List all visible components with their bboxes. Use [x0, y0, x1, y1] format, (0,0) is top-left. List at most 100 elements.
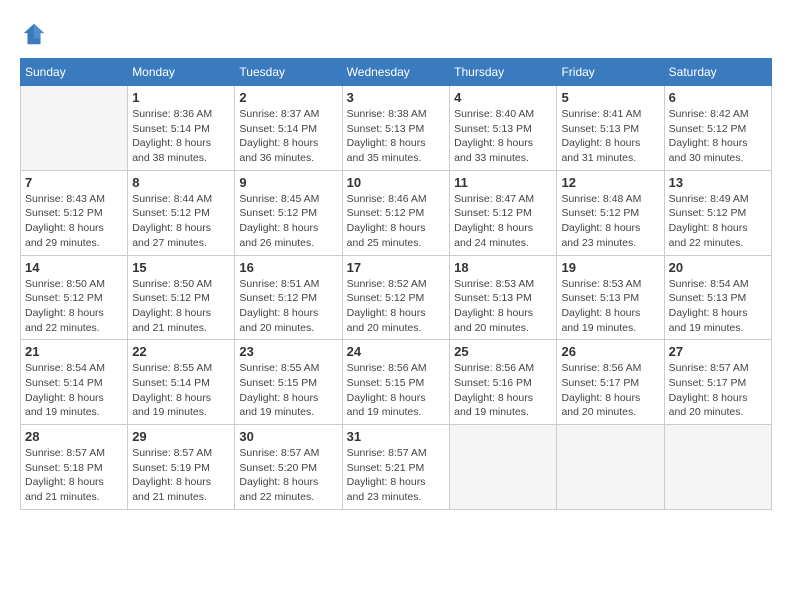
- calendar-cell: 19 Sunrise: 8:53 AM Sunset: 5:13 PM Dayl…: [557, 255, 664, 340]
- daylight-text: Daylight: 8 hours and 35 minutes.: [347, 137, 426, 164]
- sunrise-text: Sunrise: 8:43 AM: [25, 193, 105, 205]
- sunrise-text: Sunrise: 8:36 AM: [132, 108, 212, 120]
- day-info: Sunrise: 8:57 AM Sunset: 5:20 PM Dayligh…: [239, 446, 337, 505]
- calendar-cell: 5 Sunrise: 8:41 AM Sunset: 5:13 PM Dayli…: [557, 86, 664, 171]
- daylight-text: Daylight: 8 hours and 30 minutes.: [669, 137, 748, 164]
- calendar-cell: 18 Sunrise: 8:53 AM Sunset: 5:13 PM Dayl…: [450, 255, 557, 340]
- sunset-text: Sunset: 5:17 PM: [669, 377, 747, 389]
- sunrise-text: Sunrise: 8:51 AM: [239, 278, 319, 290]
- day-number: 15: [132, 260, 230, 275]
- sunset-text: Sunset: 5:12 PM: [239, 207, 317, 219]
- calendar-cell: 23 Sunrise: 8:55 AM Sunset: 5:15 PM Dayl…: [235, 340, 342, 425]
- sunrise-text: Sunrise: 8:45 AM: [239, 193, 319, 205]
- calendar-cell: 4 Sunrise: 8:40 AM Sunset: 5:13 PM Dayli…: [450, 86, 557, 171]
- sunrise-text: Sunrise: 8:48 AM: [561, 193, 641, 205]
- daylight-text: Daylight: 8 hours and 38 minutes.: [132, 137, 211, 164]
- calendar-cell: [450, 425, 557, 510]
- daylight-text: Daylight: 8 hours and 23 minutes.: [347, 476, 426, 503]
- sunset-text: Sunset: 5:14 PM: [132, 377, 210, 389]
- sunset-text: Sunset: 5:12 PM: [239, 292, 317, 304]
- day-info: Sunrise: 8:52 AM Sunset: 5:12 PM Dayligh…: [347, 277, 446, 336]
- sunrise-text: Sunrise: 8:53 AM: [561, 278, 641, 290]
- calendar-cell: 2 Sunrise: 8:37 AM Sunset: 5:14 PM Dayli…: [235, 86, 342, 171]
- calendar-cell: 22 Sunrise: 8:55 AM Sunset: 5:14 PM Dayl…: [128, 340, 235, 425]
- calendar-cell: 31 Sunrise: 8:57 AM Sunset: 5:21 PM Dayl…: [342, 425, 450, 510]
- sunset-text: Sunset: 5:13 PM: [561, 292, 639, 304]
- sunset-text: Sunset: 5:19 PM: [132, 462, 210, 474]
- day-info: Sunrise: 8:48 AM Sunset: 5:12 PM Dayligh…: [561, 192, 659, 251]
- day-number: 22: [132, 344, 230, 359]
- day-header-friday: Friday: [557, 59, 664, 86]
- calendar-week-3: 14 Sunrise: 8:50 AM Sunset: 5:12 PM Dayl…: [21, 255, 772, 340]
- calendar-cell: 10 Sunrise: 8:46 AM Sunset: 5:12 PM Dayl…: [342, 170, 450, 255]
- logo-icon: [20, 20, 48, 48]
- day-header-tuesday: Tuesday: [235, 59, 342, 86]
- day-number: 26: [561, 344, 659, 359]
- day-info: Sunrise: 8:49 AM Sunset: 5:12 PM Dayligh…: [669, 192, 767, 251]
- calendar-cell: 27 Sunrise: 8:57 AM Sunset: 5:17 PM Dayl…: [664, 340, 771, 425]
- calendar-cell: 21 Sunrise: 8:54 AM Sunset: 5:14 PM Dayl…: [21, 340, 128, 425]
- sunset-text: Sunset: 5:14 PM: [239, 123, 317, 135]
- day-info: Sunrise: 8:56 AM Sunset: 5:17 PM Dayligh…: [561, 361, 659, 420]
- day-info: Sunrise: 8:53 AM Sunset: 5:13 PM Dayligh…: [454, 277, 552, 336]
- day-number: 8: [132, 175, 230, 190]
- day-info: Sunrise: 8:37 AM Sunset: 5:14 PM Dayligh…: [239, 107, 337, 166]
- day-number: 24: [347, 344, 446, 359]
- sunrise-text: Sunrise: 8:54 AM: [25, 362, 105, 374]
- day-number: 12: [561, 175, 659, 190]
- day-number: 9: [239, 175, 337, 190]
- sunrise-text: Sunrise: 8:57 AM: [132, 447, 212, 459]
- calendar-cell: 9 Sunrise: 8:45 AM Sunset: 5:12 PM Dayli…: [235, 170, 342, 255]
- daylight-text: Daylight: 8 hours and 36 minutes.: [239, 137, 318, 164]
- day-number: 10: [347, 175, 446, 190]
- day-number: 23: [239, 344, 337, 359]
- sunset-text: Sunset: 5:12 PM: [25, 207, 103, 219]
- day-number: 25: [454, 344, 552, 359]
- day-number: 31: [347, 429, 446, 444]
- day-info: Sunrise: 8:36 AM Sunset: 5:14 PM Dayligh…: [132, 107, 230, 166]
- day-number: 1: [132, 90, 230, 105]
- day-header-wednesday: Wednesday: [342, 59, 450, 86]
- sunrise-text: Sunrise: 8:47 AM: [454, 193, 534, 205]
- day-number: 20: [669, 260, 767, 275]
- daylight-text: Daylight: 8 hours and 25 minutes.: [347, 222, 426, 249]
- daylight-text: Daylight: 8 hours and 19 minutes.: [132, 392, 211, 419]
- sunrise-text: Sunrise: 8:40 AM: [454, 108, 534, 120]
- calendar-cell: 13 Sunrise: 8:49 AM Sunset: 5:12 PM Dayl…: [664, 170, 771, 255]
- day-number: 2: [239, 90, 337, 105]
- sunset-text: Sunset: 5:12 PM: [669, 123, 747, 135]
- day-info: Sunrise: 8:51 AM Sunset: 5:12 PM Dayligh…: [239, 277, 337, 336]
- calendar-cell: 6 Sunrise: 8:42 AM Sunset: 5:12 PM Dayli…: [664, 86, 771, 171]
- day-number: 19: [561, 260, 659, 275]
- sunrise-text: Sunrise: 8:55 AM: [132, 362, 212, 374]
- day-info: Sunrise: 8:41 AM Sunset: 5:13 PM Dayligh…: [561, 107, 659, 166]
- day-info: Sunrise: 8:50 AM Sunset: 5:12 PM Dayligh…: [132, 277, 230, 336]
- day-info: Sunrise: 8:38 AM Sunset: 5:13 PM Dayligh…: [347, 107, 446, 166]
- day-header-thursday: Thursday: [450, 59, 557, 86]
- daylight-text: Daylight: 8 hours and 19 minutes.: [239, 392, 318, 419]
- calendar-cell: 11 Sunrise: 8:47 AM Sunset: 5:12 PM Dayl…: [450, 170, 557, 255]
- sunrise-text: Sunrise: 8:56 AM: [454, 362, 534, 374]
- calendar-cell: 29 Sunrise: 8:57 AM Sunset: 5:19 PM Dayl…: [128, 425, 235, 510]
- calendar-cell: 8 Sunrise: 8:44 AM Sunset: 5:12 PM Dayli…: [128, 170, 235, 255]
- sunrise-text: Sunrise: 8:57 AM: [669, 362, 749, 374]
- day-number: 7: [25, 175, 123, 190]
- sunset-text: Sunset: 5:16 PM: [454, 377, 532, 389]
- day-number: 30: [239, 429, 337, 444]
- day-number: 21: [25, 344, 123, 359]
- calendar-header-row: SundayMondayTuesdayWednesdayThursdayFrid…: [21, 59, 772, 86]
- sunset-text: Sunset: 5:13 PM: [669, 292, 747, 304]
- daylight-text: Daylight: 8 hours and 19 minutes.: [561, 307, 640, 334]
- daylight-text: Daylight: 8 hours and 19 minutes.: [25, 392, 104, 419]
- daylight-text: Daylight: 8 hours and 20 minutes.: [561, 392, 640, 419]
- daylight-text: Daylight: 8 hours and 21 minutes.: [25, 476, 104, 503]
- sunset-text: Sunset: 5:12 PM: [561, 207, 639, 219]
- day-number: 14: [25, 260, 123, 275]
- day-info: Sunrise: 8:57 AM Sunset: 5:21 PM Dayligh…: [347, 446, 446, 505]
- day-info: Sunrise: 8:40 AM Sunset: 5:13 PM Dayligh…: [454, 107, 552, 166]
- day-info: Sunrise: 8:50 AM Sunset: 5:12 PM Dayligh…: [25, 277, 123, 336]
- sunrise-text: Sunrise: 8:50 AM: [132, 278, 212, 290]
- sunrise-text: Sunrise: 8:56 AM: [561, 362, 641, 374]
- calendar-cell: 16 Sunrise: 8:51 AM Sunset: 5:12 PM Dayl…: [235, 255, 342, 340]
- daylight-text: Daylight: 8 hours and 23 minutes.: [561, 222, 640, 249]
